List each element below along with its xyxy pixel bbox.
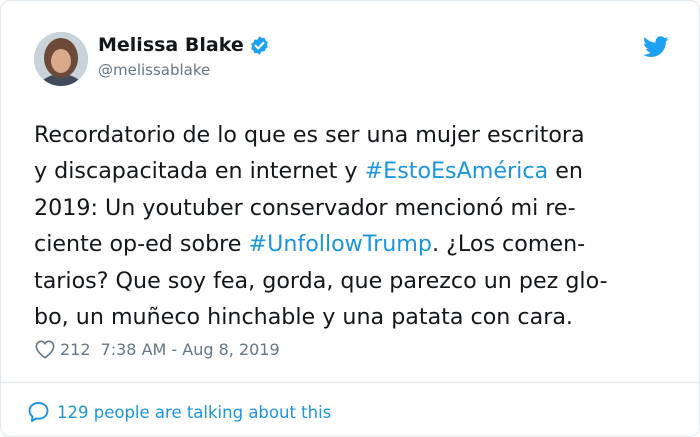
tweet-text-segment: y discapacitada en internet y xyxy=(34,158,365,185)
conversation-label: 129 people are talking about this xyxy=(57,402,332,422)
divider xyxy=(1,382,699,383)
verified-badge-icon xyxy=(250,35,268,55)
tweet-text-line: Recordatorio de lo que es ser una mujer … xyxy=(34,117,674,153)
tweet-meta: 212 7:38 AM - Aug 8, 2019 xyxy=(34,339,280,359)
heart-icon[interactable] xyxy=(34,339,56,359)
tweet-text-segment: . ¿Los comen- xyxy=(432,231,586,258)
tweet-card: Melissa Blake @melissablake Recordatorio… xyxy=(0,0,700,437)
author-row: Melissa Blake xyxy=(98,34,270,56)
tweet-text-segment: tarios? Que soy fea, gorda, que parezco … xyxy=(34,267,608,294)
tweet-text-segment: en xyxy=(548,158,583,185)
author-name[interactable]: Melissa Blake xyxy=(98,34,244,56)
tweet-text-line: bo, un muñeco hinchable y una patata con… xyxy=(34,299,674,335)
avatar[interactable] xyxy=(34,32,88,86)
like-count[interactable]: 212 xyxy=(60,340,91,359)
tweet-text: Recordatorio de lo que es ser una mujer … xyxy=(34,117,674,335)
tweet-text-line: 2019: Un youtuber conservador mencionó m… xyxy=(34,190,674,226)
tweet-text-line: tarios? Que soy fea, gorda, que parezco … xyxy=(34,263,674,299)
hashtag-link[interactable]: #UnfollowTrump xyxy=(249,231,433,257)
tweet-text-segment: ciente op-ed sobre xyxy=(34,231,249,258)
tweet-text-segment: 2019: Un youtuber conservador mencionó m… xyxy=(34,194,576,221)
speech-bubble-icon xyxy=(28,402,49,422)
author-handle[interactable]: @melissablake xyxy=(98,61,210,79)
tweet-text-segment: bo, un muñeco hinchable y una patata con… xyxy=(34,304,573,331)
tweet-text-line: y discapacitada en internet y #EstoEsAmé… xyxy=(34,153,674,189)
conversation-link[interactable]: 129 people are talking about this xyxy=(26,400,331,424)
tweet-text-line: ciente op-ed sobre #UnfollowTrump. ¿Los … xyxy=(34,226,674,262)
tweet-text-segment: Recordatorio de lo que es ser una mujer … xyxy=(34,122,585,148)
twitter-bird-icon[interactable] xyxy=(643,36,669,58)
timestamp[interactable]: 7:38 AM - Aug 8, 2019 xyxy=(101,340,280,359)
hashtag-link[interactable]: #EstoEsAmérica xyxy=(365,158,549,184)
